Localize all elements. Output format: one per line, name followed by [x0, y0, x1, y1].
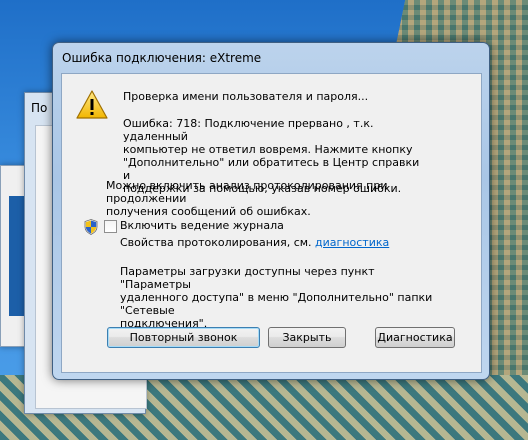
- diagnostics-button[interactable]: Диагностика: [375, 327, 455, 348]
- uac-shield-icon: [84, 219, 98, 235]
- error-line: компьютер не ответил вовремя. Нажмите кн…: [123, 143, 413, 156]
- protocol-line: Можно включить анализ протоколирования п…: [106, 179, 388, 205]
- dialog-client-area: Проверка имени пользователя и пароля... …: [61, 73, 482, 373]
- redial-button[interactable]: Повторный звонок: [107, 327, 260, 348]
- parameters-line: Параметры загрузки доступны через пункт …: [120, 265, 375, 291]
- parameters-hint: Параметры загрузки доступны через пункт …: [120, 265, 440, 330]
- warning-icon: [76, 90, 108, 119]
- enable-logging-label[interactable]: Включить ведение журнала: [120, 219, 284, 232]
- enable-logging-checkbox[interactable]: [104, 220, 117, 233]
- status-text: Проверка имени пользователя и пароля...: [123, 90, 369, 103]
- logging-properties-prefix: Свойства протоколирования, см.: [120, 236, 316, 249]
- close-button[interactable]: Закрыть: [268, 327, 346, 348]
- error-line: Ошибка: 718: Подключение прервано , т.к.…: [123, 117, 374, 143]
- logging-properties-text: Свойства протоколирования, см. диагности…: [120, 236, 389, 249]
- dialog-title: Ошибка подключения: eXtreme: [62, 51, 262, 65]
- protocol-line: получения сообщений об ошибках.: [106, 205, 311, 218]
- background-window-1-title: По: [31, 101, 48, 115]
- parameters-line: удаленного доступа" в меню "Дополнительн…: [120, 291, 433, 317]
- error-dialog[interactable]: Ошибка подключения: eXtreme Проверка име…: [52, 42, 490, 380]
- protocol-hint: Можно включить анализ протоколирования п…: [106, 179, 446, 218]
- diagnostics-link[interactable]: диагностика: [315, 236, 389, 249]
